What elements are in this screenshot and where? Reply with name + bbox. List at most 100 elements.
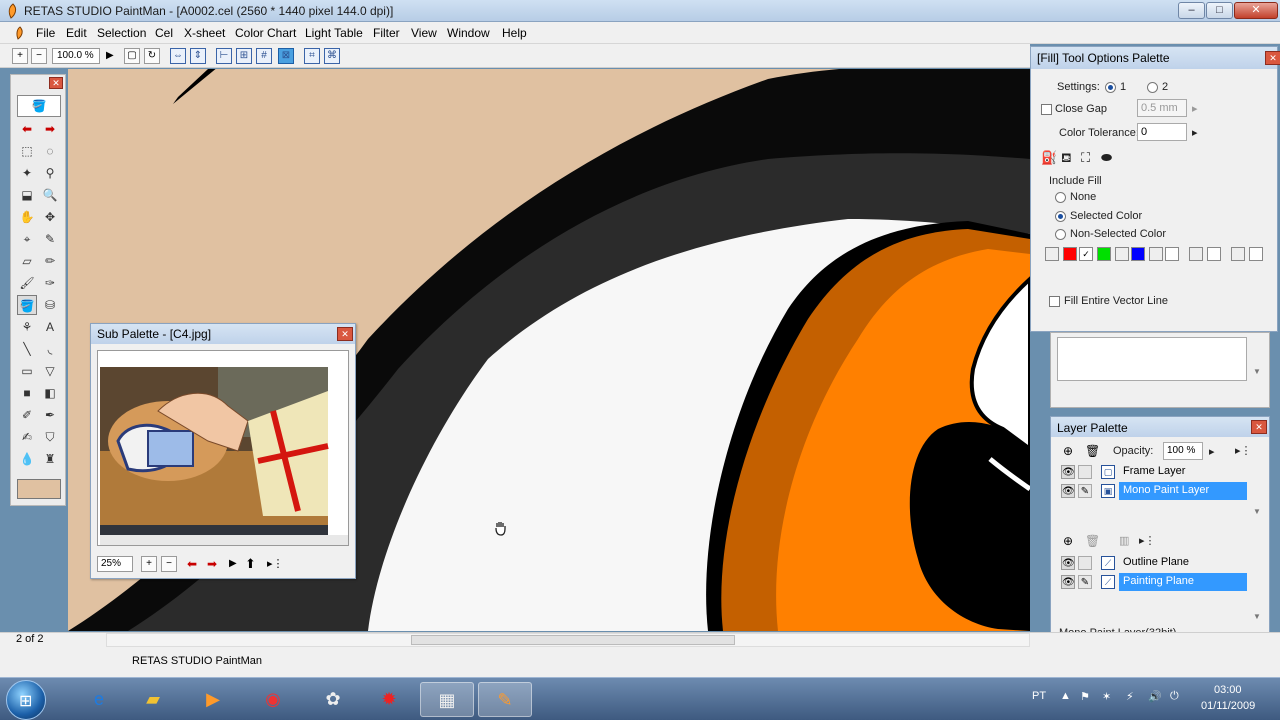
layer-row-frame[interactable]: 👁 ▢ Frame Layer [1059,463,1247,481]
edit-lock-icon[interactable] [1078,465,1092,479]
zoom-play-icon[interactable]: ▶ [106,50,114,61]
maximize-button[interactable]: □ [1206,2,1233,19]
sub-up-icon[interactable]: ⬆ [245,556,256,572]
menu-xsheet[interactable]: X-sheet [184,26,225,40]
settings-2-radio[interactable] [1147,82,1158,93]
field-guide-icon[interactable]: ⌗ [304,48,320,64]
sub-palette-close-icon[interactable]: ✕ [337,327,353,341]
settings-1-radio[interactable] [1105,82,1116,93]
undo-icon[interactable]: ⬅ [17,119,37,139]
tray-expand-icon[interactable]: ▲ [1060,690,1071,702]
closed-fill-icon[interactable]: ⛁ [40,295,60,315]
vector-fill-icon[interactable]: ⛉ [40,427,60,447]
brush-icon[interactable]: 🖌 [17,273,37,293]
flip-horizontal-icon[interactable]: ⇔ [170,48,186,64]
close-button[interactable]: ✕ [1234,2,1278,19]
menu-view[interactable]: View [411,26,437,40]
network-icon[interactable]: ⚡ [1126,690,1134,703]
sub-zoom-out-icon[interactable]: − [161,556,177,572]
eraser-icon[interactable]: ▱ [17,251,37,271]
fill-mode-4-icon[interactable]: ⬬ [1101,150,1112,166]
menu-help[interactable]: Help [502,26,527,40]
edit-pen-icon[interactable]: ✎ [1078,484,1092,498]
ruler-icon[interactable]: ⊢ [216,48,232,64]
sub-play-icon[interactable]: ▶ [229,558,237,569]
close-gap-arrow-icon[interactable]: ▸ [1192,102,1198,115]
move-icon[interactable]: ⬓ [17,185,37,205]
sub-prev-icon[interactable]: ⬅ [187,557,197,571]
fill-vector-checkbox[interactable] [1049,296,1060,307]
filled-rect-icon[interactable]: ■ [17,383,37,403]
plane-scroll-down-icon[interactable]: ▼ [1253,612,1261,621]
opacity-field[interactable]: 100 % [1163,442,1203,460]
edit-lock-icon[interactable] [1078,556,1092,570]
scrollbar-thumb[interactable] [411,635,735,645]
visibility-eye-icon[interactable]: 👁 [1061,575,1075,589]
close-gap-checkbox[interactable] [1041,104,1052,115]
airbrush-icon[interactable]: ✑ [40,273,60,293]
explorer-taskbar-icon[interactable]: ▰ [126,682,180,717]
zoom-level-field[interactable]: 100.0 % [52,48,100,64]
layer-menu-icon[interactable]: ▸⋮ [1235,444,1252,457]
fill-mode-1-icon[interactable]: ⛽ [1041,150,1057,166]
color-swatch-green[interactable] [1097,247,1111,261]
horizontal-scrollbar[interactable] [106,633,1030,647]
tray-app-icon[interactable]: ✶ [1102,690,1111,703]
pan-icon[interactable]: ✥ [40,207,60,227]
paint-icon[interactable]: ⚘ [17,317,37,337]
vector-pen-icon[interactable]: ✍ [17,427,37,447]
line-icon[interactable]: ╲ [17,339,37,359]
color-swatch-red[interactable] [1063,247,1077,261]
visibility-eye-icon[interactable]: 👁 [1061,484,1075,498]
rect-select-icon[interactable]: ⬚ [17,141,37,161]
menu-file[interactable]: File [36,26,55,40]
hand-icon[interactable]: ✋ [17,207,37,227]
language-indicator[interactable]: PT [1032,690,1046,702]
app-menu-icon[interactable] [14,26,26,40]
current-color-swatch[interactable] [17,479,61,499]
ie-taskbar-icon[interactable]: e [72,682,126,717]
visibility-eye-icon[interactable]: 👁 [1061,556,1075,570]
flag-icon[interactable]: ⚑ [1080,690,1090,703]
power-icon[interactable]: ⏻ [1170,690,1179,703]
clock-time[interactable]: 03:00 [1214,684,1242,696]
zoom-in-icon[interactable]: + [12,48,28,64]
color-swatch-1[interactable] [1045,247,1059,261]
start-button[interactable]: ⊞ [6,680,46,720]
volume-icon[interactable]: 🔊 [1148,690,1162,703]
sub-zoom-in-icon[interactable]: + [141,556,157,572]
menu-color-chart[interactable]: Color Chart [235,26,296,40]
color-swatch-11[interactable] [1249,247,1263,261]
minimize-button[interactable]: – [1178,2,1205,19]
menu-selection[interactable]: Selection [97,26,146,40]
stamp-icon[interactable]: ♜ [40,449,60,469]
color-swatch-blue[interactable] [1131,247,1145,261]
magic-wand-icon[interactable]: ✦ [17,163,37,183]
tool-palette-close-icon[interactable]: ✕ [49,77,63,89]
color-swatch-8[interactable] [1189,247,1203,261]
grid-icon[interactable]: ⊞ [236,48,252,64]
layer-row-mono-paint[interactable]: 👁 ✎ ▣ Mono Paint Layer [1059,482,1247,500]
new-plane-icon[interactable]: ⊕ [1063,534,1073,548]
chrome-taskbar-icon[interactable]: ◉ [246,682,300,717]
fill-mode-2-icon[interactable]: ⛾ [1061,150,1072,168]
blur-icon[interactable]: ✒ [40,405,60,425]
color-swatch-6[interactable] [1149,247,1163,261]
opacity-arrow-icon[interactable]: ▸ [1209,445,1215,458]
retas-tool-taskbar-icon[interactable]: ▦ [420,682,474,717]
polygon-icon[interactable]: ▽ [40,361,60,381]
flip-vertical-icon[interactable]: ⇕ [190,48,206,64]
fit-grid-icon[interactable]: ⊠ [278,48,294,64]
color-select-icon[interactable]: ⚲ [40,163,60,183]
fill-mode-3-icon[interactable]: ⛶ [1081,150,1090,166]
zoom-icon[interactable]: 🔍 [40,185,60,205]
include-selected-radio[interactable] [1055,211,1066,222]
color-swatch-4[interactable] [1115,247,1129,261]
close-gap-field[interactable]: 0.5 mm [1137,99,1187,117]
color-swatch-checked[interactable]: ✓ [1079,247,1093,261]
media-player-taskbar-icon[interactable]: ▶ [186,682,240,717]
visibility-eye-icon[interactable]: 👁 [1061,465,1075,479]
plane-row-outline[interactable]: 👁 ⟋ Outline Plane [1059,554,1247,572]
guide-grid-icon[interactable]: # [256,48,272,64]
paintman-taskbar-icon[interactable]: ✎ [478,682,532,717]
